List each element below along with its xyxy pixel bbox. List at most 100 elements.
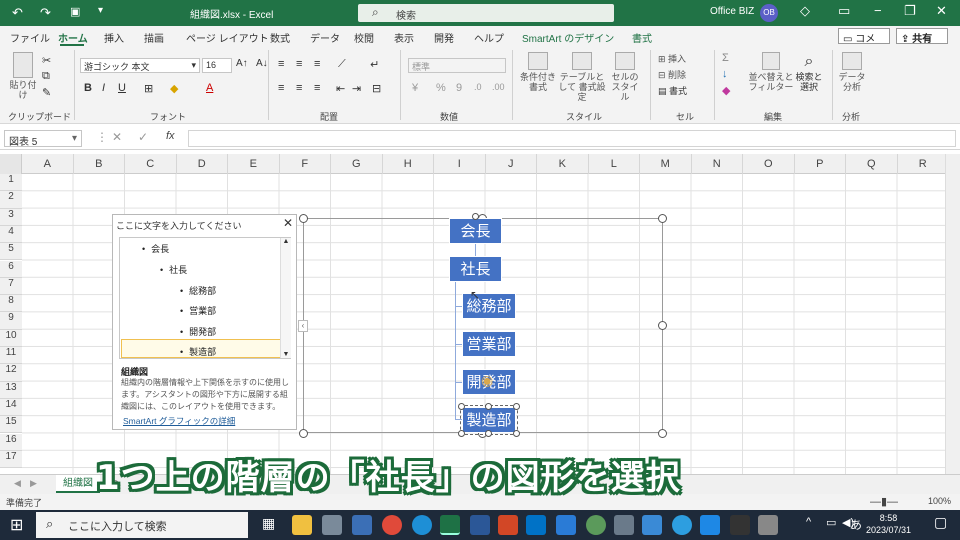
- shrink-font-icon[interactable]: A↓: [256, 58, 268, 69]
- column-header[interactable]: K: [537, 154, 589, 174]
- resize-handle[interactable]: [658, 321, 667, 330]
- tab-developer[interactable]: 開発: [434, 30, 454, 45]
- formula-input[interactable]: [188, 130, 956, 147]
- scroll-down-icon[interactable]: ▼: [281, 351, 291, 358]
- list-item[interactable]: 開発部: [180, 325, 216, 338]
- currency-icon[interactable]: ¥: [412, 82, 418, 94]
- resize-handle[interactable]: [658, 214, 667, 223]
- resize-handle[interactable]: [458, 403, 465, 410]
- tab-insert[interactable]: 挿入: [104, 30, 124, 45]
- format-painter-icon[interactable]: ✎: [42, 86, 51, 99]
- row-header[interactable]: 2: [0, 191, 22, 209]
- redo-icon[interactable]: ↷: [40, 5, 51, 21]
- row-header[interactable]: 11: [0, 347, 22, 365]
- smartart-help-link[interactable]: SmartArt グラフィックの詳細: [123, 415, 235, 427]
- comma-icon[interactable]: 9: [456, 82, 462, 94]
- app-icon[interactable]: [730, 515, 750, 535]
- app-icon[interactable]: [758, 515, 778, 535]
- column-header[interactable]: O: [743, 154, 795, 174]
- vscode-icon[interactable]: [556, 515, 576, 535]
- fill-icon[interactable]: ↓: [722, 68, 728, 80]
- align-top-icon[interactable]: ≡: [278, 58, 284, 70]
- list-item[interactable]: 営業部: [180, 304, 216, 317]
- network-icon[interactable]: ▭: [826, 516, 836, 529]
- cancel-icon[interactable]: ✕: [112, 130, 122, 144]
- zoom-slider[interactable]: —▮—: [870, 495, 898, 508]
- word-icon[interactable]: [470, 515, 490, 535]
- close-icon[interactable]: ✕: [283, 216, 293, 230]
- row-header[interactable]: 3: [0, 208, 22, 226]
- list-item[interactable]: 製造部: [180, 345, 216, 358]
- resize-handle[interactable]: [299, 214, 308, 223]
- paste-button[interactable]: 貼り付け: [8, 52, 38, 100]
- prev-sheet-icon[interactable]: ◀: [14, 478, 21, 489]
- column-header[interactable]: J: [486, 154, 537, 174]
- app-icon[interactable]: [586, 515, 606, 535]
- ribbon-display-icon[interactable]: ▭: [838, 3, 850, 19]
- outlook-icon[interactable]: [526, 515, 546, 535]
- column-header[interactable]: L: [589, 154, 640, 174]
- tab-home[interactable]: ホーム: [58, 30, 88, 45]
- align-left-icon[interactable]: ≡: [278, 82, 284, 94]
- scroll-up-icon[interactable]: ▲: [281, 238, 291, 245]
- clear-icon[interactable]: ◆: [722, 84, 730, 97]
- app-icon[interactable]: [322, 515, 342, 535]
- row-header[interactable]: 10: [0, 329, 22, 347]
- border-icon[interactable]: ⊞: [144, 82, 153, 95]
- column-header[interactable]: H: [383, 154, 434, 174]
- list-item[interactable]: 総務部: [180, 284, 216, 297]
- find-select-button[interactable]: ⌕ 検索と 選択: [794, 52, 824, 92]
- close-button[interactable]: ✕: [936, 3, 947, 19]
- taskbar-search[interactable]: ⌕ ここに入力して検索: [36, 512, 248, 538]
- select-all-button[interactable]: [0, 154, 22, 174]
- list-item[interactable]: 会長: [142, 242, 169, 255]
- delete-cells-button[interactable]: ⊟ 削除: [658, 70, 686, 80]
- comment-button[interactable]: ▭ コメント: [838, 28, 890, 60]
- align-middle-icon[interactable]: ≡: [296, 58, 302, 70]
- resize-handle[interactable]: [299, 429, 308, 438]
- smartart-frame[interactable]: [303, 218, 663, 433]
- enter-icon[interactable]: ✓: [138, 130, 148, 144]
- resize-handle[interactable]: [513, 430, 520, 437]
- list-item[interactable]: 社長: [160, 263, 187, 276]
- column-header[interactable]: R: [898, 154, 949, 174]
- row-header[interactable]: 5: [0, 243, 22, 261]
- resize-handle[interactable]: [485, 430, 492, 437]
- resize-handle[interactable]: [658, 429, 667, 438]
- powerpoint-icon[interactable]: [498, 515, 518, 535]
- app-icon[interactable]: [700, 515, 720, 535]
- italic-icon[interactable]: I: [102, 82, 105, 94]
- column-header[interactable]: Q: [846, 154, 898, 174]
- org-node-chairman[interactable]: 会長: [449, 218, 502, 244]
- align-center-icon[interactable]: ≡: [296, 82, 302, 94]
- vertical-scrollbar[interactable]: [945, 154, 960, 474]
- fill-color-icon[interactable]: ◆: [170, 82, 178, 95]
- increase-decimal-icon[interactable]: .0: [474, 82, 482, 92]
- row-header[interactable]: 8: [0, 295, 22, 313]
- insert-cells-button[interactable]: ⊞ 挿入: [658, 54, 686, 64]
- tab-smartart-design[interactable]: SmartArt のデザイン: [522, 30, 614, 45]
- column-header[interactable]: C: [125, 154, 177, 174]
- save-icon[interactable]: ▣: [70, 5, 80, 18]
- minimize-button[interactable]: −: [874, 3, 882, 18]
- tab-view[interactable]: 表示: [394, 30, 414, 45]
- app-icon[interactable]: [352, 515, 372, 535]
- row-header[interactable]: 16: [0, 433, 22, 451]
- row-header[interactable]: 4: [0, 225, 22, 244]
- row-header[interactable]: 1: [0, 174, 22, 192]
- align-right-icon[interactable]: ≡: [314, 82, 320, 94]
- format-cells-button[interactable]: ▤ 書式: [658, 86, 687, 96]
- data-analysis-button[interactable]: データ 分析: [838, 52, 866, 92]
- edge-icon[interactable]: [412, 515, 432, 535]
- column-header[interactable]: B: [74, 154, 125, 174]
- row-header[interactable]: 12: [0, 364, 22, 382]
- cut-icon[interactable]: ✂: [42, 54, 51, 67]
- resize-handle[interactable]: [458, 430, 465, 437]
- column-header[interactable]: D: [177, 154, 228, 174]
- avatar[interactable]: OB: [760, 4, 778, 22]
- row-header[interactable]: 17: [0, 450, 22, 469]
- insert-function-icon[interactable]: fx: [166, 130, 175, 142]
- percent-icon[interactable]: %: [436, 82, 446, 94]
- bold-icon[interactable]: B: [84, 82, 92, 94]
- increase-indent-icon[interactable]: ⇥: [352, 82, 361, 95]
